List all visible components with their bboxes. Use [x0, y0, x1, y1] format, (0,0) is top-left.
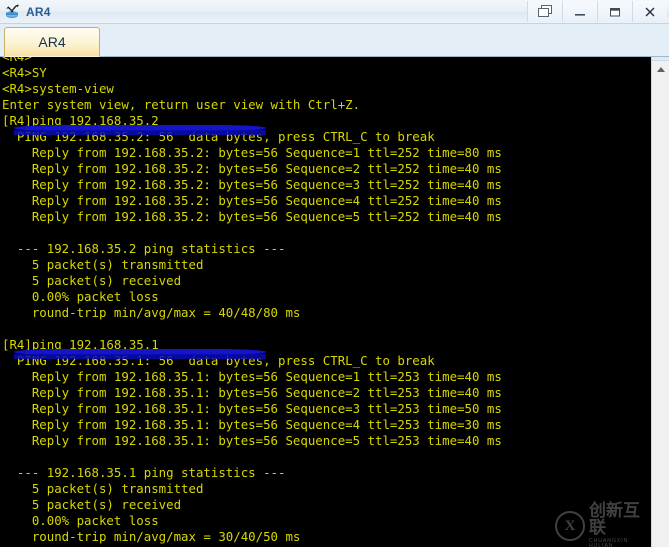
terminal-output[interactable]: <R4><R4>SY<R4>system-viewEnter system vi… — [0, 57, 651, 547]
scrollbar-track[interactable] — [652, 77, 669, 547]
terminal-line: Reply from 192.168.35.1: bytes=56 Sequen… — [2, 385, 502, 400]
tab-label: AR4 — [38, 34, 66, 50]
terminal-line: Reply from 192.168.35.1: bytes=56 Sequen… — [2, 401, 502, 416]
terminal-line: <R4>system-view — [2, 81, 114, 96]
terminal-line: Reply from 192.168.35.2: bytes=56 Sequen… — [2, 177, 502, 192]
maximize-icon — [610, 7, 620, 16]
terminal-line: Reply from 192.168.35.2: bytes=56 Sequen… — [2, 193, 502, 208]
terminal-line: round-trip min/avg/max = 30/40/50 ms — [2, 529, 301, 544]
restore-windows-button[interactable] — [527, 1, 562, 22]
minimize-button[interactable] — [562, 1, 597, 22]
tab-ar4[interactable]: AR4 — [4, 27, 100, 57]
close-icon — [645, 6, 655, 17]
scrollbar-up-button[interactable] — [652, 61, 669, 77]
cascade-windows-icon — [537, 5, 552, 17]
terminal-text: <R4><R4>SY<R4>system-viewEnter system vi… — [0, 57, 651, 545]
terminal-line: 0.00% packet loss — [2, 513, 159, 528]
terminal-area: <R4><R4>SY<R4>system-viewEnter system vi… — [0, 57, 669, 547]
terminal-line: PING 192.168.35.1: 56 data bytes, press … — [0, 349, 651, 369]
router-device-icon — [5, 3, 22, 20]
tab-strip-empty-area — [100, 28, 669, 56]
terminal-line: 5 packet(s) transmitted — [2, 481, 204, 496]
title-bar: AR4 — [0, 0, 669, 24]
minimize-icon — [575, 13, 585, 16]
maximize-button[interactable] — [597, 1, 632, 22]
window-controls — [527, 1, 667, 22]
terminal-line: --- 192.168.35.1 ping statistics --- — [2, 465, 286, 480]
terminal-line: 5 packet(s) transmitted — [2, 257, 204, 272]
terminal-line: <R4>SY — [2, 65, 47, 80]
terminal-line: Reply from 192.168.35.1: bytes=56 Sequen… — [2, 433, 502, 448]
terminal-line: Reply from 192.168.35.2: bytes=56 Sequen… — [2, 145, 502, 160]
close-button[interactable] — [632, 1, 667, 22]
terminal-line: Reply from 192.168.35.1: bytes=56 Sequen… — [2, 369, 502, 384]
terminal-line: Reply from 192.168.35.2: bytes=56 Sequen… — [2, 209, 502, 224]
chevron-up-icon — [656, 66, 665, 72]
terminal-line: PING 192.168.35.2: 56 data bytes, press … — [0, 125, 651, 145]
terminal-line: Reply from 192.168.35.1: bytes=56 Sequen… — [2, 417, 502, 432]
vertical-scrollbar[interactable] — [651, 57, 669, 547]
tab-strip: AR4 — [0, 24, 669, 57]
terminal-line: 5 packet(s) received — [2, 497, 182, 512]
terminal-line: 0.00% packet loss — [2, 289, 159, 304]
terminal-line: --- 192.168.35.2 ping statistics --- — [2, 241, 286, 256]
terminal-line: <R4> — [0, 57, 651, 65]
terminal-line: 5 packet(s) received — [2, 273, 182, 288]
window-title: AR4 — [26, 4, 51, 19]
terminal-line: Enter system view, return user view with… — [2, 97, 361, 112]
terminal-line: round-trip min/avg/max = 40/48/80 ms — [2, 305, 301, 320]
terminal-window: AR4 AR4 <R4>SY <R4>system-view Enter sys… — [0, 0, 669, 547]
terminal-line: Reply from 192.168.35.2: bytes=56 Sequen… — [2, 161, 502, 176]
